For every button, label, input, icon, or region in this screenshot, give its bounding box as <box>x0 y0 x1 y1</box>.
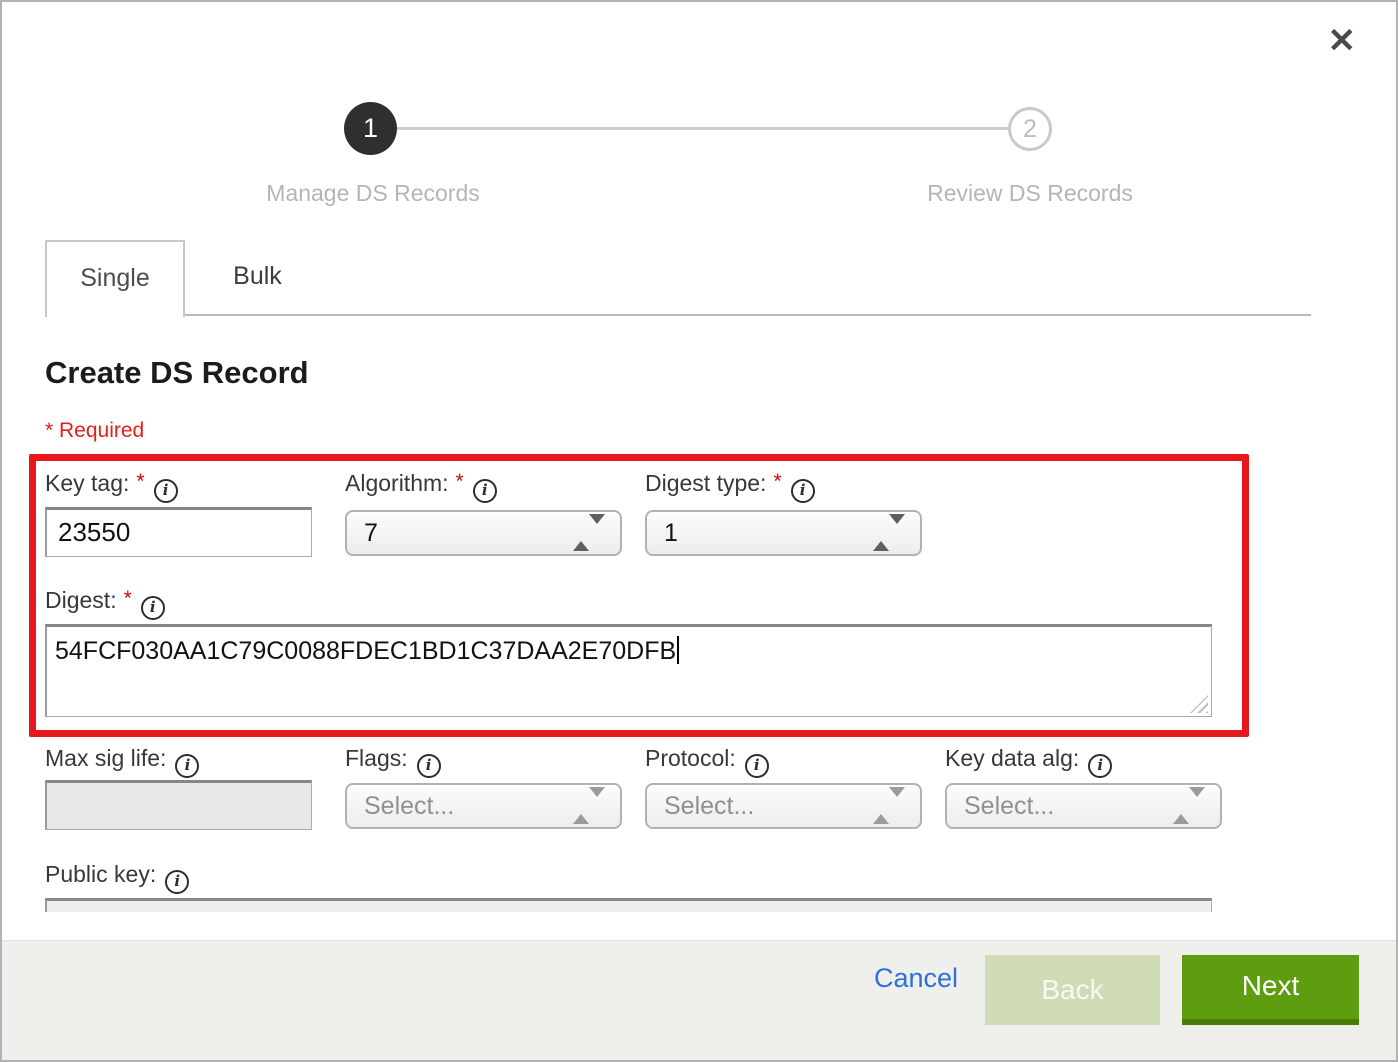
protocol-label-text: Protocol: <box>645 745 736 771</box>
cancel-button[interactable]: Cancel <box>874 963 958 994</box>
required-note: * Required <box>45 419 144 443</box>
algorithm-label-text: Algorithm: <box>345 470 449 496</box>
protocol-label: Protocol: <box>645 745 769 778</box>
page-title: Create DS Record <box>45 355 309 391</box>
select-arrows-icon <box>1173 797 1205 815</box>
key-tag-label-text: Key tag: <box>45 470 129 496</box>
info-icon[interactable] <box>154 479 178 503</box>
tab-bulk[interactable]: Bulk <box>185 240 330 314</box>
select-arrows-icon <box>873 524 905 542</box>
resize-handle-icon[interactable] <box>1190 695 1208 713</box>
public-key-label-text: Public key: <box>45 861 156 887</box>
back-button[interactable]: Back <box>985 955 1160 1025</box>
protocol-select-value: Select... <box>664 792 754 821</box>
stepper-step-2-label: Review DS Records <box>905 180 1155 207</box>
key-data-alg-select-value: Select... <box>964 792 1054 821</box>
key-data-alg-label: Key data alg: <box>945 745 1112 778</box>
stepper-connector-line <box>397 127 1008 130</box>
info-icon[interactable] <box>745 754 769 778</box>
flags-select[interactable]: Select... <box>345 783 622 829</box>
stepper-step-2-circle: 2 <box>1008 107 1052 151</box>
digest-value: 54FCF030AA1C79C0088FDEC1BD1C37DAA2E70DFB <box>55 637 676 665</box>
select-arrows-icon <box>573 797 605 815</box>
max-sig-life-input[interactable] <box>45 780 312 830</box>
flags-select-value: Select... <box>364 792 454 821</box>
max-sig-life-label-text: Max sig life: <box>45 745 166 771</box>
key-tag-label: Key tag: * <box>45 470 178 503</box>
modal-footer: Cancel Back Next <box>2 940 1396 1062</box>
required-asterisk: * <box>773 470 781 493</box>
tab-single[interactable]: Single <box>45 240 185 317</box>
key-data-alg-select[interactable]: Select... <box>945 783 1222 829</box>
max-sig-life-label: Max sig life: <box>45 745 199 778</box>
algorithm-select[interactable]: 7 <box>345 510 622 556</box>
next-button[interactable]: Next <box>1182 955 1359 1025</box>
key-tag-input[interactable]: 23550 <box>45 507 312 557</box>
info-icon[interactable] <box>473 479 497 503</box>
required-asterisk: * <box>456 470 464 493</box>
digest-type-label: Digest type: * <box>645 470 815 503</box>
digest-textarea[interactable]: 54FCF030AA1C79C0088FDEC1BD1C37DAA2E70DFB <box>45 624 1212 717</box>
algorithm-select-value: 7 <box>364 519 378 548</box>
info-icon[interactable] <box>791 479 815 503</box>
text-cursor <box>677 636 679 664</box>
info-icon[interactable] <box>417 754 441 778</box>
digest-type-select[interactable]: 1 <box>645 510 922 556</box>
digest-type-label-text: Digest type: <box>645 470 766 496</box>
stepper-step-1-circle: 1 <box>344 102 397 155</box>
protocol-select[interactable]: Select... <box>645 783 922 829</box>
info-icon[interactable] <box>1088 754 1112 778</box>
public-key-textarea[interactable] <box>45 898 1212 912</box>
digest-label-text: Digest: <box>45 587 117 613</box>
select-arrows-icon <box>573 524 605 542</box>
digest-type-select-value: 1 <box>664 519 678 548</box>
info-icon[interactable] <box>175 754 199 778</box>
flags-label-text: Flags: <box>345 745 408 771</box>
public-key-label: Public key: <box>45 861 189 894</box>
info-icon[interactable] <box>165 870 189 894</box>
tab-bottom-divider <box>45 314 1311 316</box>
required-asterisk: * <box>124 587 132 610</box>
create-ds-record-modal: ✕ 1 2 Manage DS Records Review DS Record… <box>0 0 1398 1062</box>
stepper-step-1-label: Manage DS Records <box>248 180 498 207</box>
algorithm-label: Algorithm: * <box>345 470 497 503</box>
digest-label: Digest: * <box>45 587 165 620</box>
close-icon[interactable]: ✕ <box>1328 24 1357 58</box>
flags-label: Flags: <box>345 745 441 778</box>
info-icon[interactable] <box>141 596 165 620</box>
select-arrows-icon <box>873 797 905 815</box>
key-data-alg-label-text: Key data alg: <box>945 745 1079 771</box>
required-asterisk: * <box>136 470 144 493</box>
